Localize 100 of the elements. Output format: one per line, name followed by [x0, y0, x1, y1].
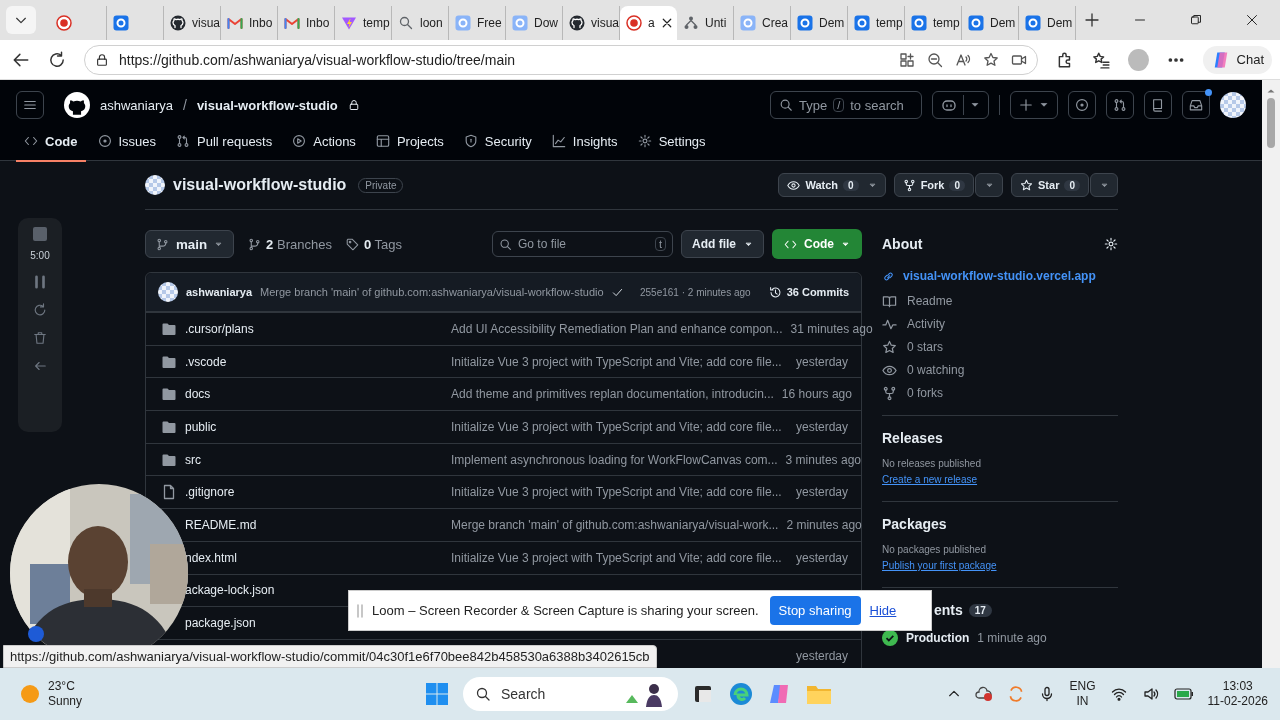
file-name[interactable]: ndex.html: [185, 550, 238, 565]
tab-list-button[interactable]: [6, 6, 36, 34]
windows-start-icon[interactable]: [425, 682, 449, 706]
tags-link[interactable]: 0 Tags: [363, 236, 402, 252]
language-indicator[interactable]: ENG IN: [1069, 679, 1096, 709]
file-name[interactable]: .cursor/plans: [185, 321, 254, 336]
repo-link[interactable]: visual-workflow-studio: [196, 97, 338, 113]
pull-requests-button[interactable]: [1106, 91, 1134, 119]
branch-selector[interactable]: main: [145, 230, 235, 258]
file-name[interactable]: package.json: [185, 616, 256, 631]
favorite-icon[interactable]: [982, 51, 999, 68]
commit-message[interactable]: Initialize Vue 3 project with TypeScript and Vite; add core file...: [451, 419, 782, 434]
commit-message[interactable]: Merge branch 'main' of github.com:ashwaniarya/visual-workflow-studio: [260, 286, 604, 298]
copilot-chat-button[interactable]: Chat: [1202, 45, 1272, 74]
search-field[interactable]: Type / to search: [770, 91, 922, 119]
folder-icon: [161, 386, 177, 403]
volume-icon[interactable]: [1141, 686, 1160, 702]
repo-nav-tab[interactable]: Issues: [89, 130, 165, 162]
website-link[interactable]: visual-workflow-studio.vercel.app: [903, 269, 1096, 283]
trash-icon[interactable]: [33, 331, 47, 345]
star-button[interactable]: Star 0: [1011, 173, 1089, 197]
clock[interactable]: 13:03 11-02-2026: [1207, 679, 1268, 709]
about-link[interactable]: Readme: [907, 294, 953, 308]
restart-icon[interactable]: [33, 303, 47, 317]
commit-time: yesterday: [795, 648, 848, 663]
fork-button[interactable]: Fork 0: [893, 173, 975, 197]
file-name[interactable]: public: [185, 419, 217, 434]
apps-icon[interactable]: [898, 51, 915, 68]
pause-icon[interactable]: [33, 275, 47, 289]
file-name[interactable]: src: [185, 452, 201, 467]
hide-link[interactable]: Hide: [869, 603, 897, 618]
close-icon[interactable]: [660, 17, 673, 29]
scrollbar[interactable]: [1262, 80, 1280, 668]
restore-icon[interactable]: [1190, 14, 1202, 26]
repo-nav-tab[interactable]: Insights: [543, 130, 626, 162]
settings-icon[interactable]: [1104, 237, 1118, 251]
repo-nav-tab[interactable]: Code: [16, 130, 86, 162]
commit-message[interactable]: Initialize Vue 3 project with TypeScript and Vite; add core file...: [451, 485, 782, 500]
inbox-button[interactable]: [1182, 91, 1210, 119]
cloud-error-icon[interactable]: [975, 686, 994, 702]
browser-tab[interactable]: a: [620, 6, 677, 40]
repo-nav-tab[interactable]: Projects: [367, 130, 452, 162]
repo-nav-tab[interactable]: Settings: [629, 130, 714, 162]
commit-message[interactable]: Initialize Vue 3 project with TypeScript and Vite; add core file...: [451, 354, 782, 369]
deployment-name[interactable]: Production: [906, 631, 970, 645]
stop-icon[interactable]: [32, 226, 48, 242]
zoom-icon[interactable]: [926, 51, 943, 68]
commit-meta[interactable]: 255e161 · 2 minutes ago: [640, 286, 751, 298]
menu-button[interactable]: [16, 91, 44, 119]
stop-sharing-button[interactable]: Stop sharing: [769, 596, 861, 625]
publish-package-link[interactable]: Publish your first package: [882, 560, 997, 571]
commit-message[interactable]: Initialize Vue 3 project with TypeScript and Vite; add core file...: [451, 550, 782, 565]
favorites-icon[interactable]: [1091, 50, 1110, 69]
packages-heading[interactable]: Packages: [882, 516, 1118, 532]
file-name[interactable]: docs: [185, 387, 211, 402]
commit-message[interactable]: Merge branch 'main' of github.com:ashwaniarya/visual-work...: [451, 517, 779, 532]
reload-icon[interactable]: [48, 50, 66, 69]
about-link[interactable]: 0 forks: [907, 386, 943, 400]
repo-nav-tab[interactable]: Pull requests: [168, 130, 281, 162]
create-release-link[interactable]: Create a new release: [882, 474, 978, 485]
wifi-icon[interactable]: [1109, 686, 1128, 702]
github-logo[interactable]: [64, 92, 90, 118]
owner-link[interactable]: ashwaniarya: [100, 97, 173, 113]
battery-icon[interactable]: [1173, 688, 1194, 700]
about-link[interactable]: 0 stars: [907, 340, 943, 354]
drag-handle-icon[interactable]: [357, 602, 363, 619]
scroll-up-icon[interactable]: [1267, 88, 1275, 94]
file-name[interactable]: .vscode: [185, 354, 227, 369]
commits-link[interactable]: 36 Commits: [768, 285, 849, 299]
repo-nav-tab[interactable]: Actions: [284, 130, 364, 162]
edge-icon[interactable]: [728, 681, 754, 707]
repositories-button[interactable]: [1144, 91, 1172, 119]
commit-message[interactable]: Implement asynchronous loading for WorkFlowCanvas com...: [451, 452, 778, 467]
add-file-button[interactable]: Add file: [681, 230, 764, 258]
commit-time: yesterday: [795, 485, 848, 500]
terminal-icon[interactable]: [692, 683, 714, 705]
about-link[interactable]: 0 watching: [907, 363, 965, 377]
branches-link[interactable]: 2 Branches: [266, 236, 332, 252]
file-name[interactable]: .gitignore: [185, 485, 235, 500]
issues-button[interactable]: [1068, 91, 1096, 119]
deployments-heading[interactable]: ents: [934, 602, 963, 618]
watch-button[interactable]: Watch 0: [778, 173, 886, 197]
commit-message[interactable]: Add UI Accessibility Remediation Plan and enhance compon...: [451, 321, 783, 336]
about-link[interactable]: Activity: [907, 317, 945, 331]
go-to-file-field[interactable]: Go to file t: [492, 231, 673, 257]
user-avatar[interactable]: [1220, 92, 1246, 118]
repo-nav-tab[interactable]: Security: [455, 130, 540, 162]
close-icon[interactable]: [1246, 14, 1258, 26]
releases-heading[interactable]: Releases: [882, 430, 1118, 446]
scroll-thumb[interactable]: [1267, 98, 1275, 148]
collapse-icon[interactable]: [33, 359, 47, 373]
commit-author[interactable]: ashwaniarya: [186, 286, 253, 298]
taskbar-search-field[interactable]: Search: [463, 677, 678, 711]
copilot-button[interactable]: [932, 91, 989, 119]
file-name[interactable]: README.md: [185, 517, 257, 532]
commit-message[interactable]: Add theme and primitives replan documentation, introducin...: [451, 387, 774, 402]
site-info-icon[interactable]: [95, 52, 109, 67]
new-tab-icon[interactable]: [1084, 12, 1100, 28]
code-button[interactable]: Code: [772, 229, 862, 259]
create-button[interactable]: [1010, 91, 1058, 119]
